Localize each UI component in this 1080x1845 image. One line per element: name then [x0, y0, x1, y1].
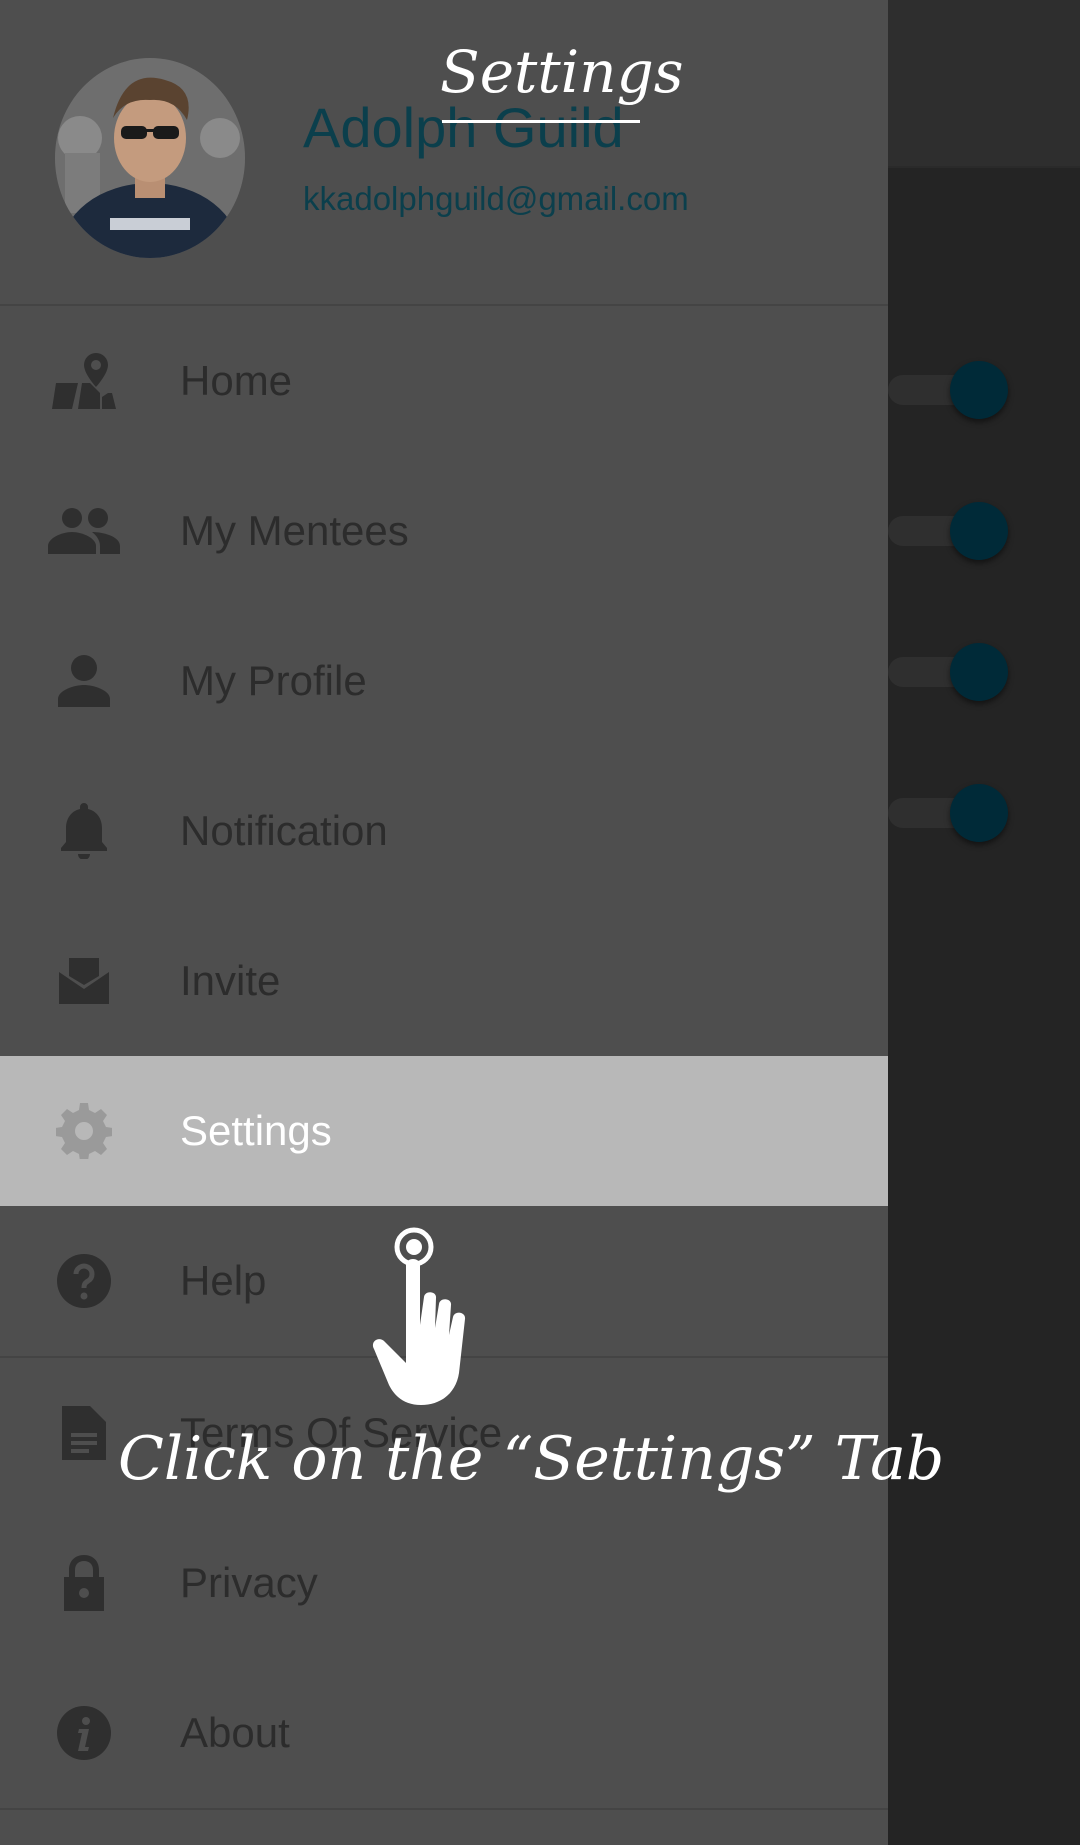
background-toggle-switch[interactable]	[888, 502, 1008, 560]
document-icon	[44, 1403, 124, 1463]
people-icon	[44, 501, 124, 561]
menu-item-my-mentees[interactable]: My Mentees	[0, 456, 888, 606]
menu-item-settings[interactable]: Settings	[0, 1056, 888, 1206]
mail-open-icon	[44, 951, 124, 1011]
menu-item-privacy[interactable]: Privacy	[0, 1508, 888, 1658]
menu-item-invite[interactable]: Invite	[0, 906, 888, 1056]
menu-divider	[0, 1808, 888, 1810]
menu-item-home[interactable]: Home	[0, 306, 888, 456]
menu-item-label: About	[180, 1709, 290, 1756]
menu-item-label: Invite	[180, 957, 281, 1004]
person-icon	[44, 651, 124, 711]
profile-email: kkadolphguild@gmail.com	[303, 180, 689, 217]
menu-item-notification[interactable]: Notification	[0, 756, 888, 906]
tutorial-title-underline	[442, 120, 640, 123]
bell-icon	[44, 801, 124, 861]
menu-item-label: Home	[180, 357, 293, 404]
background-toggle-switch[interactable]	[888, 361, 1008, 419]
info-icon	[44, 1703, 124, 1763]
tap-hand-icon	[372, 1225, 512, 1405]
help-icon	[44, 1251, 124, 1311]
menu-item-label: Help	[180, 1257, 267, 1304]
menu-item-label: Settings	[180, 1107, 332, 1154]
gear-icon	[44, 1101, 124, 1161]
background-toggle-switch[interactable]	[888, 784, 1008, 842]
background-app-bar	[888, 0, 1080, 168]
tutorial-caption: Click on the “Settings” Tab	[118, 1424, 945, 1494]
tutorial-title: Settings	[440, 38, 684, 106]
background-toggle-switch[interactable]	[888, 643, 1008, 701]
menu-item-my-profile[interactable]: My Profile	[0, 606, 888, 756]
avatar[interactable]	[55, 58, 245, 258]
lock-icon	[44, 1553, 124, 1613]
menu-item-label: Privacy	[180, 1559, 318, 1606]
map-marker-icon	[44, 351, 124, 411]
menu-item-about[interactable]: About	[0, 1658, 888, 1808]
navigation-drawer: Adolph Guild kkadolphguild@gmail.com Hom…	[0, 0, 888, 1845]
menu-item-label: My Profile	[180, 657, 367, 704]
menu-item-label: My Mentees	[180, 507, 409, 554]
drawer-menu: Home My Mentees My Profile Notification …	[0, 306, 888, 1810]
menu-item-label: Notification	[180, 807, 388, 854]
